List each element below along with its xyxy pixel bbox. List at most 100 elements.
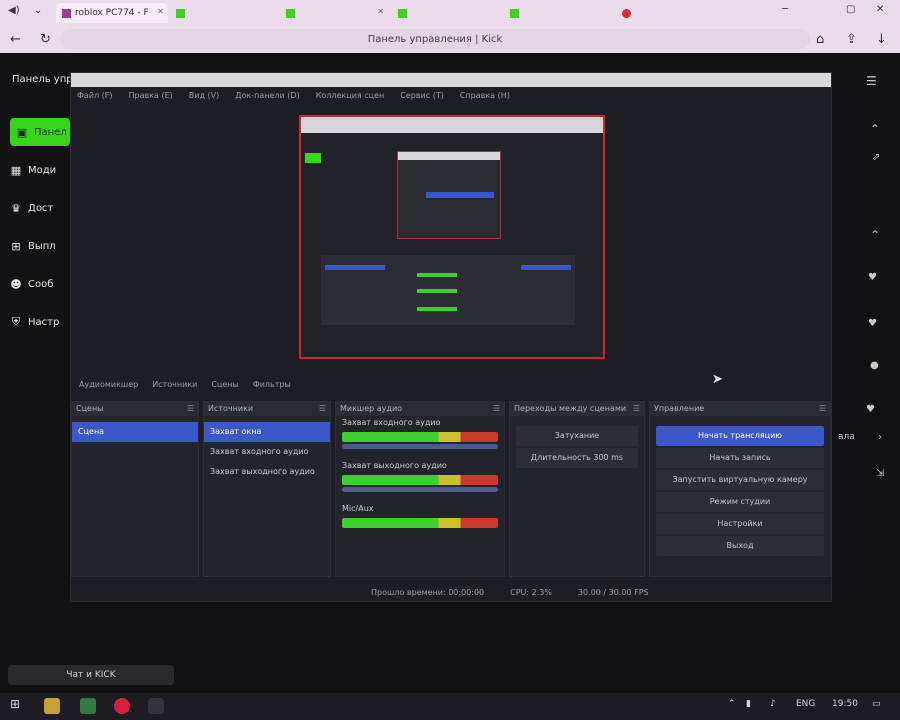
nested-control-selection xyxy=(521,265,571,270)
heart-icon[interactable]: ♥ xyxy=(868,318,877,329)
sources-dock: Источники ☰ Захват окна Захват входного а… xyxy=(203,401,331,577)
dock-options-icon[interactable]: ☰ xyxy=(493,402,500,416)
dock-title: Сцены xyxy=(76,404,104,413)
heart-icon[interactable]: ♥ xyxy=(866,404,875,415)
transition-duration[interactable]: Длительность 300 ms xyxy=(516,448,638,468)
dock-options-icon[interactable]: ☰ xyxy=(187,402,194,416)
mixer-channel-label: Захват выходного аудио xyxy=(342,461,447,470)
transition-select[interactable]: Затухание xyxy=(516,426,638,446)
chevron-down-icon[interactable]: ⌄ xyxy=(34,5,42,16)
chevron-right-icon[interactable]: › xyxy=(878,432,882,443)
dock-tab-sources[interactable]: Источники xyxy=(152,380,197,389)
menu-item-file[interactable]: Файл (F) xyxy=(77,89,113,103)
speaker-icon[interactable]: ◀) xyxy=(8,5,20,16)
browser-tab[interactable]: ✕ xyxy=(280,3,388,23)
notifications-icon[interactable]: ▭ xyxy=(872,699,881,709)
back-arrow-icon[interactable]: ← xyxy=(10,32,21,47)
obs-icon[interactable] xyxy=(148,698,164,714)
menu-item-help[interactable]: Справка (H) xyxy=(460,89,510,103)
menu-item-scene-collection[interactable]: Коллекция сцен xyxy=(316,89,385,103)
menu-item-edit[interactable]: Правка (E) xyxy=(129,89,173,103)
volume-meter xyxy=(342,518,498,528)
browser-tab[interactable] xyxy=(392,3,500,23)
obs-preview-canvas[interactable] xyxy=(299,115,605,359)
mixer-dock-header: Микшер аудио ☰ xyxy=(336,402,504,416)
collapse-icon[interactable]: ⇲ xyxy=(876,468,884,479)
studio-mode-button[interactable]: Режим студии xyxy=(656,492,824,512)
heart-icon[interactable]: ♥ xyxy=(868,272,877,283)
reload-icon[interactable]: ↻ xyxy=(40,32,51,47)
browser-icon[interactable] xyxy=(114,698,130,714)
sidebar-item-payouts[interactable]: ⊞ Выпл xyxy=(10,232,70,260)
controls-dock-header: Управление ☰ xyxy=(650,402,830,416)
sidebar-item-settings[interactable]: ⛨ Настр xyxy=(10,308,70,336)
browser-tab[interactable] xyxy=(504,3,612,23)
window-close-icon[interactable]: ✕ xyxy=(876,4,884,15)
transitions-dock: Переходы между сценами ☰ Затухание Длител… xyxy=(509,401,645,577)
menu-item-docks[interactable]: Док-панели (D) xyxy=(235,89,299,103)
dock-tab-mixer[interactable]: Аудиомикшер xyxy=(79,380,138,389)
dock-options-icon[interactable]: ☰ xyxy=(319,402,326,416)
preview-nested-capture xyxy=(397,151,501,239)
file-explorer-icon[interactable] xyxy=(44,698,60,714)
trophy-icon: ♛ xyxy=(11,201,21,215)
volume-icon[interactable]: ♪ xyxy=(770,699,776,709)
dock-tab-filters[interactable]: Фильтры xyxy=(253,380,291,389)
source-item[interactable]: Захват окна xyxy=(204,422,330,442)
close-icon[interactable]: ✕ xyxy=(377,7,384,16)
share-icon[interactable]: ⇪ xyxy=(846,32,857,47)
sidebar-item-dashboard[interactable]: ▣ Панел xyxy=(10,118,70,146)
start-recording-button[interactable]: Начать запись xyxy=(656,448,824,468)
browser-tab[interactable]: roblox PC774 - F ✕ xyxy=(56,3,168,23)
preview-nested-docks xyxy=(321,255,575,325)
sidebar-header: Панель упр xyxy=(12,74,73,85)
windows-taskbar: ⊞ ⌃ ▮ ♪ ENG 19:50 ▭ xyxy=(0,693,900,720)
start-streaming-button[interactable]: Начать трансляцию xyxy=(656,426,824,446)
download-icon[interactable]: ↓ xyxy=(876,32,887,47)
dock-title: Управление xyxy=(654,404,705,413)
chat-toggle[interactable]: Чат и KICK xyxy=(8,665,174,685)
source-item[interactable]: Захват выходного аудио xyxy=(204,462,330,482)
close-icon[interactable]: ✕ xyxy=(157,7,164,16)
language-indicator[interactable]: ENG xyxy=(796,699,815,709)
tab-favicon-icon xyxy=(398,8,407,18)
dock-options-icon[interactable]: ☰ xyxy=(633,402,640,416)
sidebar-item-community[interactable]: ☻ Сооб xyxy=(10,270,70,298)
volume-slider[interactable] xyxy=(342,487,498,492)
network-icon[interactable]: ▮ xyxy=(746,699,751,709)
menu-item-view[interactable]: Вид (V) xyxy=(189,89,219,103)
moderation-icon: ▦ xyxy=(10,163,22,177)
sidebar-item-achievements[interactable]: ♛ Дост xyxy=(10,194,70,222)
obs-title-bar xyxy=(71,73,831,87)
extension-icon[interactable]: ⌂ xyxy=(816,32,824,47)
app-icon[interactable] xyxy=(80,698,96,714)
dock-tab-scenes[interactable]: Сцены xyxy=(211,380,239,389)
volume-slider[interactable] xyxy=(342,444,498,449)
sidebar-item-label: Дост xyxy=(28,202,54,214)
browser-tab[interactable] xyxy=(170,3,278,23)
maximize-icon[interactable]: ▢ xyxy=(846,4,855,15)
scenes-dock: Сцены ☰ Сцена xyxy=(71,401,199,577)
audio-mixer-dock: Микшер аудио ☰ Захват входного аудио Захв… xyxy=(335,401,505,577)
pin-icon[interactable]: ● xyxy=(870,360,879,371)
source-item[interactable]: Захват входного аудио xyxy=(204,442,330,462)
minimize-icon[interactable]: ─ xyxy=(782,4,788,15)
status-elapsed: Прошло времени: 00:00:00 xyxy=(371,587,485,597)
chevron-up-icon[interactable]: ⌃ xyxy=(870,122,880,136)
dock-options-icon[interactable]: ☰ xyxy=(819,402,826,416)
chevron-up-icon[interactable]: ⌃ xyxy=(870,228,880,242)
popout-icon[interactable]: ⇗ xyxy=(872,152,880,163)
browser-tab[interactable] xyxy=(616,3,724,23)
start-virtual-camera-button[interactable]: Запустить виртуальную камеру xyxy=(656,470,824,490)
nested-selection xyxy=(426,192,494,198)
scene-item[interactable]: Сцена xyxy=(72,422,198,442)
address-bar[interactable]: Панель управления | Kick xyxy=(60,29,810,49)
sidebar-item-moderation[interactable]: ▦ Моди xyxy=(10,156,70,184)
exit-button[interactable]: Выход xyxy=(656,536,824,556)
tray-chevron-icon[interactable]: ⌃ xyxy=(728,699,736,709)
menu-icon[interactable]: ☰ xyxy=(866,74,877,88)
settings-button[interactable]: Настройки xyxy=(656,514,824,534)
status-fps: 30.00 / 30.00 FPS xyxy=(577,587,649,597)
start-icon[interactable]: ⊞ xyxy=(10,697,20,711)
menu-item-tools[interactable]: Сервис (T) xyxy=(400,89,444,103)
